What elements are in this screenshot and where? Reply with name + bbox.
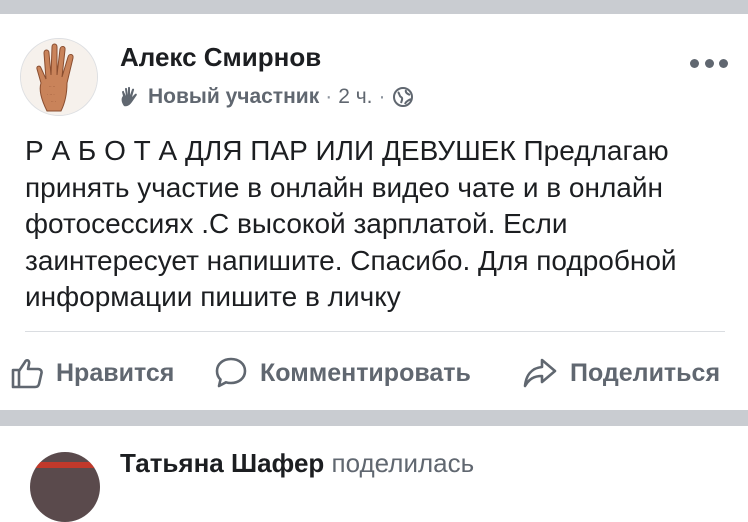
svg-text:. .. .: . .. . (47, 91, 55, 96)
share-button[interactable]: Поделиться (522, 352, 720, 394)
next-post-header: Татьяна Шафер поделилась (120, 448, 474, 479)
post-text: Р А Б О Т А ДЛЯ ПАР ИЛИ ДЕВУШЕК Предлага… (25, 135, 677, 312)
actions-divider (25, 331, 725, 332)
meta-separator-1: · (325, 85, 333, 108)
feed-separator-top (0, 0, 748, 14)
like-button[interactable]: Нравится (10, 352, 174, 394)
globe-icon[interactable] (392, 86, 414, 108)
post-meta: Новый участник · 2 ч. · (118, 83, 414, 111)
waving-hand-icon (121, 86, 137, 107)
share-label: Поделиться (570, 358, 721, 387)
meta-separator-2: · (378, 85, 386, 108)
next-post-avatar[interactable] (30, 452, 100, 522)
svg-text:.. ..: .. .. (49, 83, 55, 88)
avatar-stripe (30, 462, 100, 468)
like-label: Нравится (56, 358, 175, 387)
author-avatar[interactable]: .. .. . .. . .. . (20, 38, 98, 116)
share-arrow-icon (523, 358, 557, 388)
next-post-action: поделилась (331, 448, 475, 478)
more-dots-icon (704, 58, 714, 68)
more-options-button[interactable] (690, 56, 728, 70)
author-name[interactable]: Алекс Смирнов (120, 42, 321, 73)
svg-text:.. .: .. . (51, 98, 56, 103)
feed-separator-mid (0, 410, 748, 426)
more-dots-icon (690, 58, 699, 68)
post-timestamp[interactable]: 2 ч. (338, 85, 372, 109)
comment-button[interactable]: Комментировать (214, 352, 471, 394)
comment-label: Комментировать (260, 358, 471, 387)
comment-bubble-icon (215, 357, 247, 388)
new-member-badge: Новый участник (148, 85, 320, 108)
next-post-author[interactable]: Татьяна Шафер (120, 448, 324, 478)
palm-hand-avatar: .. .. . .. . .. . (21, 39, 97, 115)
more-dots-icon (719, 58, 728, 68)
thumbs-up-icon (11, 358, 43, 389)
